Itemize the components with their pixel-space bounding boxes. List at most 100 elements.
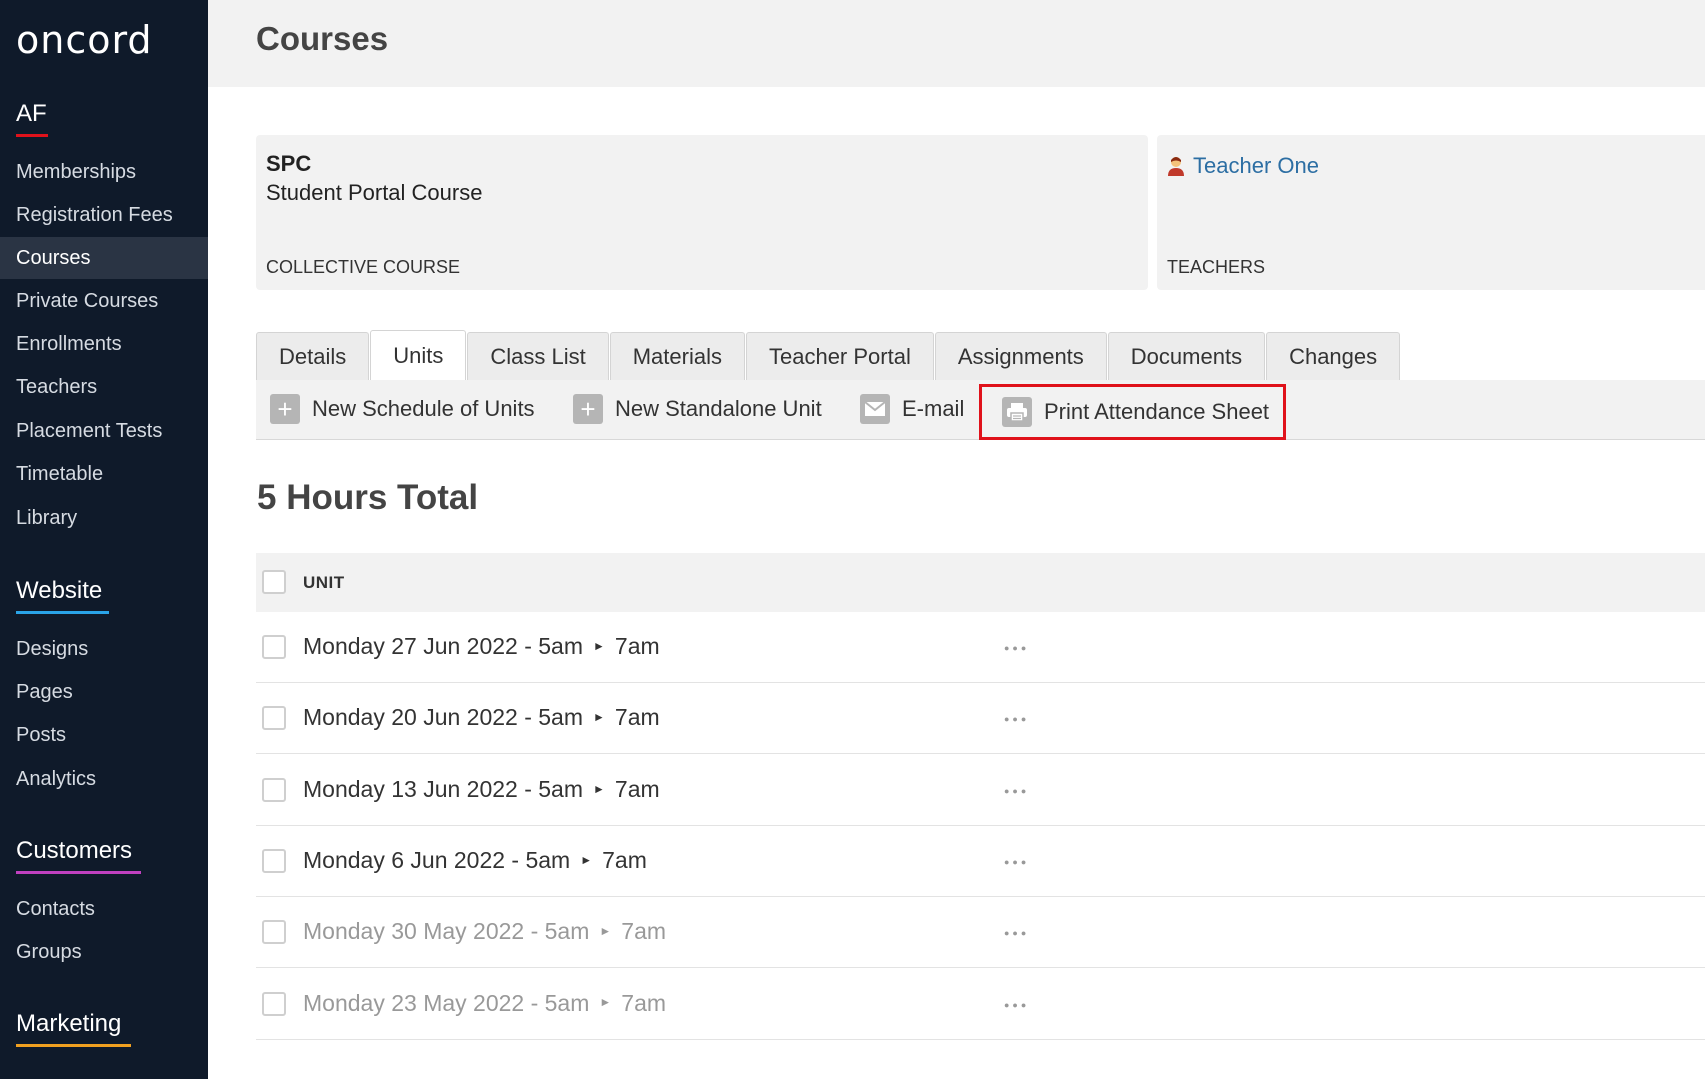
unit-datetime: Monday 13 Jun 2022 - 5am ► 7am [303, 776, 660, 803]
more-options-icon[interactable]: ●●● [1004, 857, 1029, 867]
row-checkbox[interactable] [262, 635, 286, 659]
app-root: oncord AF Memberships Registration Fees … [0, 0, 1705, 1079]
page-title: Courses [256, 20, 389, 57]
sidebar-item-timetable[interactable]: Timetable [0, 453, 208, 495]
unit-end: 7am [621, 918, 667, 945]
section-underline [16, 611, 109, 614]
sidebar-section-website-label: Website [16, 577, 103, 604]
print-attendance-label: Print Attendance Sheet [1044, 399, 1270, 424]
sidebar-item-memberships[interactable]: Memberships [0, 151, 208, 193]
new-schedule-button[interactable]: + New Schedule of Units [270, 390, 535, 428]
sidebar-item-groups[interactable]: Groups [0, 931, 208, 973]
plus-icon: + [270, 394, 300, 424]
unit-datetime: Monday 6 Jun 2022 - 5am ► 7am [303, 847, 647, 874]
unit-end: 7am [614, 633, 660, 659]
row-checkbox[interactable] [262, 706, 286, 731]
tab-teacher-portal[interactable]: Teacher Portal [745, 332, 934, 381]
unit-end: 7am [614, 775, 660, 802]
unit-end: 7am [614, 704, 660, 731]
tab-units[interactable]: Units [370, 330, 467, 381]
table-row[interactable]: Monday 30 May 2022 - 5am ► 7am ●●● [256, 897, 1705, 969]
unit-end: 7am [621, 989, 667, 1016]
unit-datetime: Monday 23 May 2022 - 5am ► 7am [303, 990, 666, 1017]
sidebar-item-analytics[interactable]: Analytics [0, 758, 208, 800]
teachers-caption: TEACHERS [1167, 257, 1266, 277]
unit-datetime: Monday 20 Jun 2022 - 5am ► 7am [303, 704, 660, 731]
new-standalone-label: New Standalone Unit [615, 396, 822, 421]
plus-icon: + [573, 394, 603, 424]
sidebar-item-contacts[interactable]: Contacts [0, 888, 208, 930]
sidebar-item-designs[interactable]: Designs [0, 628, 208, 670]
tab-details[interactable]: Details [256, 332, 370, 381]
course-info-card: SPC Student Portal Course COLLECTIVE COU… [256, 135, 1148, 290]
sidebar-item-posts[interactable]: Posts [0, 714, 208, 756]
unit-start: Monday 6 Jun 2022 - 5am [303, 846, 571, 873]
sidebar-item-library[interactable]: Library [0, 497, 208, 539]
section-underline [16, 871, 141, 874]
unit-start: Monday 13 Jun 2022 - 5am [303, 775, 584, 802]
new-standalone-unit-button[interactable]: + New Standalone Unit [573, 390, 822, 428]
section-underline [16, 1044, 131, 1047]
arrow-right-icon: ► [599, 995, 612, 1010]
table-row[interactable]: Monday 27 Jun 2022 - 5am ► 7am ●●● [256, 612, 1705, 683]
sidebar-item-placement-tests[interactable]: Placement Tests [0, 410, 208, 452]
unit-start: Monday 30 May 2022 - 5am [303, 918, 590, 945]
more-options-icon[interactable]: ●●● [1004, 1000, 1029, 1010]
row-checkbox[interactable] [262, 848, 286, 873]
sidebar-item-private-courses[interactable]: Private Courses [0, 280, 208, 322]
tab-assignments[interactable]: Assignments [934, 332, 1107, 381]
sidebar-section-marketing[interactable]: Marketing [16, 1010, 131, 1047]
arrow-right-icon: ► [599, 924, 612, 939]
table-row[interactable]: Monday 6 Jun 2022 - 5am ► 7am ●●● [256, 826, 1705, 897]
course-tabs: Details Units Class List Materials Teach… [256, 330, 1401, 381]
table-row[interactable]: Monday 23 May 2022 - 5am ► 7am ●●● [256, 969, 1705, 1040]
row-checkbox[interactable] [262, 920, 286, 945]
teacher-name: Teacher One [1193, 153, 1319, 178]
sidebar-section-customers[interactable]: Customers [16, 837, 141, 874]
arrow-right-icon: ► [593, 781, 605, 796]
course-name: Student Portal Course [266, 180, 483, 205]
printer-icon [1002, 397, 1032, 427]
more-options-icon[interactable]: ●●● [1004, 714, 1029, 724]
sidebar-item-enrollments[interactable]: Enrollments [0, 323, 208, 365]
more-options-icon[interactable]: ●●● [1004, 928, 1029, 938]
sidebar-item-courses[interactable]: Courses [0, 237, 208, 279]
sidebar-section-marketing-label: Marketing [16, 1010, 122, 1037]
email-button[interactable]: E-mail [860, 390, 964, 428]
sidebar: oncord AF Memberships Registration Fees … [0, 0, 208, 1079]
units-toolbar: + New Schedule of Units + New Standalone… [256, 380, 1705, 440]
oncord-logo[interactable]: oncord [16, 18, 153, 62]
table-row[interactable]: Monday 13 Jun 2022 - 5am ► 7am ●●● [256, 755, 1705, 826]
tab-changes[interactable]: Changes [1266, 332, 1401, 381]
table-row[interactable]: Monday 20 Jun 2022 - 5am ► 7am ●●● [256, 683, 1705, 755]
email-label: E-mail [902, 396, 965, 421]
teacher-link[interactable]: Teacher One [1167, 153, 1319, 179]
tab-documents[interactable]: Documents [1107, 332, 1266, 381]
new-schedule-label: New Schedule of Units [312, 396, 535, 421]
unit-start: Monday 20 Jun 2022 - 5am [303, 704, 584, 731]
teacher-avatar-icon [1168, 157, 1184, 176]
tab-materials[interactable]: Materials [609, 332, 745, 381]
select-all-checkbox[interactable] [262, 570, 286, 594]
tab-class-list[interactable]: Class List [467, 332, 609, 381]
sidebar-section-website[interactable]: Website [16, 577, 109, 614]
sidebar-item-teachers[interactable]: Teachers [0, 366, 208, 408]
sidebar-section-af-label: AF [16, 100, 47, 127]
print-attendance-sheet-button[interactable]: Print Attendance Sheet [979, 384, 1287, 440]
more-options-icon[interactable]: ●●● [1004, 786, 1029, 796]
arrow-right-icon: ► [580, 852, 593, 867]
unit-datetime: Monday 27 Jun 2022 - 5am ► 7am [303, 633, 660, 660]
sidebar-section-af[interactable]: AF [16, 100, 48, 137]
sidebar-item-pages[interactable]: Pages [0, 671, 208, 713]
more-options-icon[interactable]: ●●● [1004, 643, 1029, 653]
row-checkbox[interactable] [262, 991, 286, 1016]
unit-datetime: Monday 30 May 2022 - 5am ► 7am [303, 918, 666, 945]
envelope-icon [860, 394, 890, 424]
sidebar-section-customers-label: Customers [16, 837, 133, 864]
sidebar-item-registration-fees[interactable]: Registration Fees [0, 194, 208, 236]
course-type-caption: COLLECTIVE COURSE [266, 257, 461, 277]
unit-column-header: UNIT [303, 573, 345, 592]
table-header: UNIT [256, 553, 1705, 612]
row-checkbox[interactable] [262, 777, 286, 802]
unit-start: Monday 27 Jun 2022 - 5am [303, 633, 584, 659]
